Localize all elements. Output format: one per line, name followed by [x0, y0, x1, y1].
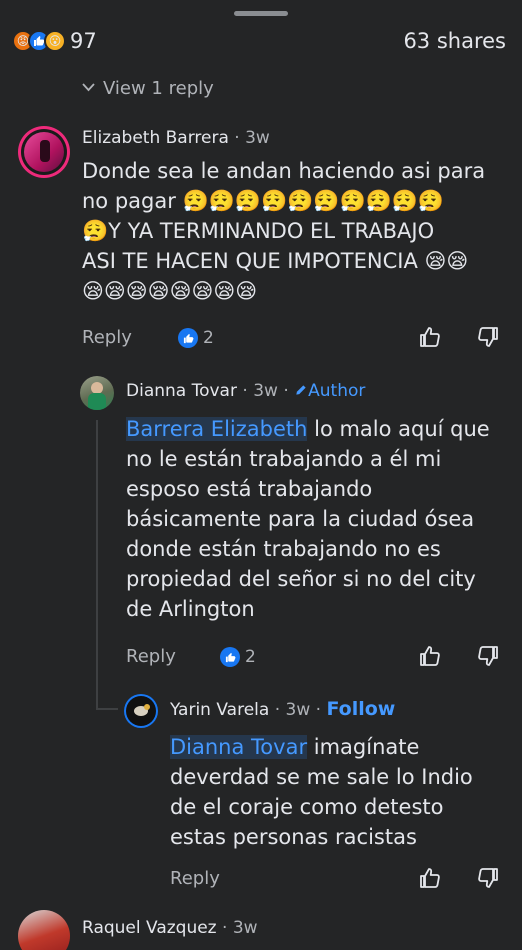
chevron-down-icon [82, 81, 95, 96]
commenter-name[interactable]: Elizabeth Barrera · 3w [82, 128, 270, 148]
thread-line [96, 708, 118, 710]
avatar-dianna-tovar[interactable] [80, 376, 114, 410]
avatar-raquel-vazquez[interactable] [18, 910, 70, 950]
like-icon[interactable] [418, 325, 442, 349]
reactions-summary: 😡 😮 97 63 shares [12, 26, 506, 56]
thread-line [96, 420, 98, 710]
comment-time: 3w [253, 381, 278, 401]
like-badge-icon [220, 647, 240, 667]
wow-reaction-icon: 😮 [44, 30, 66, 52]
comment-time: 3w [245, 128, 270, 148]
reply-button[interactable]: Reply [82, 327, 132, 348]
shares-count[interactable]: 63 shares [403, 29, 506, 53]
commenter-name[interactable]: Raquel Vazquez · 3w [82, 918, 258, 938]
sheet-drag-handle[interactable] [234, 11, 288, 16]
comment-like-count[interactable]: 2 [178, 328, 214, 348]
like-badge-icon [178, 328, 198, 348]
view-replies-label: View 1 reply [103, 78, 214, 99]
dislike-icon[interactable] [476, 866, 500, 890]
avatar-elizabeth-barrera[interactable] [18, 126, 70, 178]
comment-text: Donde sea le andan haciendo asi para no … [82, 159, 486, 303]
reaction-count[interactable]: 97 [70, 29, 97, 53]
mention-link[interactable]: Barrera Elizabeth [126, 417, 308, 441]
avatar-yarin-varela[interactable] [124, 694, 158, 728]
like-icon[interactable] [418, 644, 442, 668]
dislike-icon[interactable] [476, 325, 500, 349]
view-replies-link[interactable]: View 1 reply [82, 78, 214, 99]
commenter-name[interactable]: Yarin Varela · 3w · Follow [170, 698, 395, 720]
author-badge: Author [294, 381, 365, 401]
comment-time: 3w [232, 918, 258, 938]
comment-time: 3w [285, 700, 311, 720]
reaction-icons[interactable]: 😡 😮 97 [12, 29, 97, 53]
commenter-name[interactable]: Dianna Tovar · 3w · Author [126, 381, 365, 401]
like-icon[interactable] [418, 866, 442, 890]
reply-button[interactable]: Reply [126, 646, 176, 667]
reply-button[interactable]: Reply [170, 868, 220, 889]
comment-like-count[interactable]: 2 [220, 647, 256, 667]
comment-text: Barrera Elizabeth lo malo aquí que no le… [126, 417, 490, 621]
dislike-icon[interactable] [476, 644, 500, 668]
pencil-icon [296, 385, 306, 395]
follow-button[interactable]: Follow [326, 698, 395, 720]
mention-link[interactable]: Dianna Tovar [170, 735, 308, 759]
comment-text: Dianna Tovar imagínate deverdad se me sa… [170, 735, 473, 849]
